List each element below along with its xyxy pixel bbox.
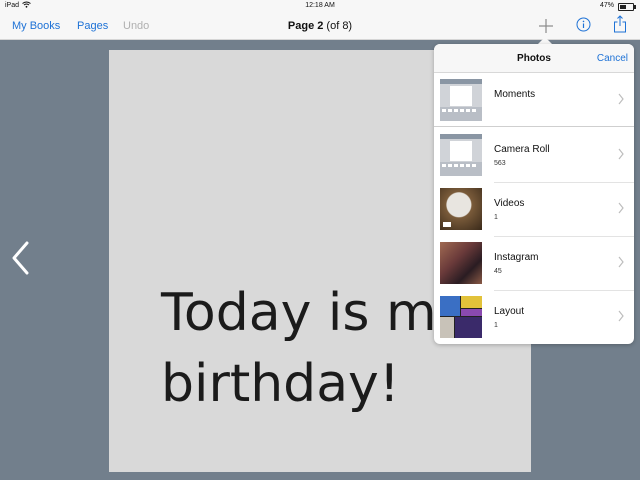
album-row-moments[interactable]: Moments: [434, 73, 634, 127]
info-icon[interactable]: [576, 17, 591, 32]
status-time: 12:18 AM: [305, 2, 335, 9]
album-name: Moments: [494, 89, 536, 100]
album-count: 1: [494, 214, 498, 221]
thumbnail-image: [440, 79, 482, 121]
album-thumbnail: [440, 242, 482, 284]
page-total: (of 8): [326, 20, 353, 32]
album-thumbnail: [440, 134, 482, 176]
battery-fill: [620, 5, 626, 9]
battery-percent: 47%: [599, 2, 614, 9]
album-thumbnail: [440, 79, 482, 121]
album-thumbnail: [440, 296, 482, 338]
album-count: 563: [494, 160, 506, 167]
plus-icon[interactable]: [538, 18, 554, 34]
chevron-right-icon: [618, 256, 624, 268]
status-bar: iPad 12:18 AM 47%: [0, 0, 640, 12]
section-divider: [434, 126, 634, 127]
album-thumbnail: [440, 188, 482, 230]
chevron-left-icon[interactable]: [9, 240, 31, 276]
cancel-button[interactable]: Cancel: [597, 53, 628, 64]
photos-popover: Photos Cancel Moments Camera Roll 563 Vi…: [434, 44, 634, 344]
chevron-right-icon: [618, 310, 624, 322]
page-number: Page 2: [287, 20, 324, 32]
thumbnail-image: [440, 296, 482, 338]
album-row-layout[interactable]: Layout 1: [434, 290, 634, 344]
chevron-right-icon: [618, 202, 624, 214]
thumbnail-image: [440, 242, 482, 284]
album-row-camera-roll[interactable]: Camera Roll 563: [434, 128, 634, 182]
album-row-instagram[interactable]: Instagram 45: [434, 236, 634, 290]
album-name: Videos: [494, 198, 525, 209]
battery-icon: [618, 3, 636, 11]
chevron-right-icon: [618, 148, 624, 160]
album-name: Instagram: [494, 252, 539, 263]
album-count: 45: [494, 268, 502, 275]
thumbnail-image: [440, 134, 482, 176]
chevron-right-icon: [618, 93, 624, 105]
share-icon[interactable]: [613, 15, 627, 33]
album-row-videos[interactable]: Videos 1: [434, 182, 634, 236]
album-name: Layout: [494, 306, 525, 317]
album-name: Camera Roll: [494, 144, 550, 155]
album-count: 1: [494, 322, 498, 329]
thumbnail-image: [440, 188, 482, 230]
popover-header: Photos Cancel: [434, 44, 634, 73]
